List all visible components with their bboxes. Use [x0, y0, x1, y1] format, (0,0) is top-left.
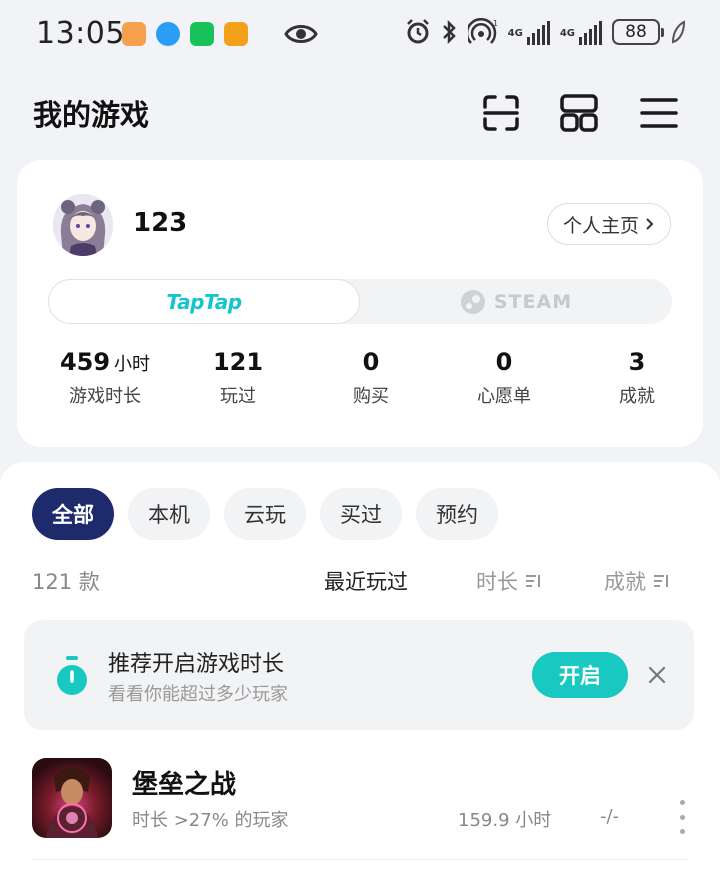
game-icon [32, 758, 112, 838]
game-name: 堡垒之战 [132, 770, 237, 800]
more-dot-icon [679, 800, 685, 805]
game-playtime: 159.9 小时 [458, 810, 552, 831]
username: 123 [133, 208, 188, 238]
sort-duration-label: 时长 [476, 570, 518, 594]
battery-indicator: 88 [612, 19, 664, 45]
sort-order-icon [654, 575, 668, 587]
filter-all[interactable]: 全部 [32, 488, 114, 540]
sort-duration[interactable]: 时长 [476, 566, 542, 596]
stat-played[interactable]: 121 玩过 [168, 348, 308, 408]
stat-value: 0 [362, 348, 380, 376]
close-banner-button[interactable] [642, 660, 672, 690]
alarm-icon [406, 19, 429, 44]
grid-icon [560, 94, 598, 132]
signal-2-icon: 4G [560, 19, 602, 45]
anime-character-avatar-image [53, 194, 113, 256]
stat-purchased[interactable]: 0 购买 [301, 348, 441, 408]
stat-label: 成就 [619, 386, 655, 407]
filter-local[interactable]: 本机 [128, 488, 210, 540]
scan-icon [483, 95, 519, 131]
steam-logo-icon [460, 289, 485, 314]
sort-order-icon [526, 575, 540, 587]
stat-achievements[interactable]: 3 成就 [567, 348, 707, 408]
sort-recent[interactable]: 最近玩过 [324, 566, 408, 596]
stat-value: 3 [628, 348, 646, 376]
stat-label: 购买 [353, 386, 389, 407]
message-bubble-icon [156, 22, 180, 46]
eye-icon [284, 25, 318, 43]
stopwatch-icon [57, 656, 87, 695]
profile-homepage-button[interactable]: 个人主页 [547, 203, 671, 245]
taptap-logo: TapTap [166, 289, 242, 314]
sort-recent-label: 最近玩过 [324, 570, 408, 594]
filter-reserved[interactable]: 预约 [416, 488, 498, 540]
app-header: 我的游戏 [0, 84, 720, 144]
filter-chips: 全部 本机 云玩 买过 预约 [32, 488, 498, 540]
sort-row: 121 款 最近玩过 时长 成就 [32, 566, 680, 598]
bluetooth-icon [442, 19, 456, 45]
stat-value: 459 [59, 348, 111, 376]
apps-grid-button[interactable] [558, 92, 600, 134]
avatar[interactable] [53, 194, 113, 256]
notification-icons [122, 22, 248, 46]
hotspot-icon: 1 [467, 18, 498, 44]
game-list-item[interactable]: 堡垒之战 时长 >27% 的玩家 159.9 小时 -/- [32, 754, 688, 860]
stat-value: 0 [495, 348, 513, 376]
note-app-icon [224, 22, 248, 46]
scan-button[interactable] [480, 92, 522, 134]
stat-value: 121 [212, 348, 264, 376]
steam-label: STEAM [493, 290, 573, 313]
leaf-icon [671, 20, 686, 44]
stat-playtime[interactable]: 459 小时 游戏时长 [35, 348, 175, 408]
stat-unit: 小时 [114, 354, 151, 375]
status-right: 1 4G 4G 88 [406, 18, 686, 46]
banner-subtitle: 看看你能超过多少玩家 [108, 684, 288, 705]
stat-label: 心愿单 [477, 386, 531, 407]
menu-button[interactable] [638, 92, 680, 134]
game-cover-art [32, 758, 112, 838]
stat-label: 玩过 [220, 386, 256, 407]
platform-tabs: TapTap STEAM [48, 279, 672, 324]
more-dot-icon [679, 814, 685, 820]
game-achievements: -/- [600, 806, 620, 827]
sort-achievement[interactable]: 成就 [604, 566, 670, 596]
status-bar: 13:05 1 4G 4G 88 [0, 0, 720, 70]
chevron-right-icon [646, 218, 654, 230]
game-count: 121 款 [32, 570, 100, 594]
stat-wishlist[interactable]: 0 心愿单 [434, 348, 574, 408]
enable-playtime-button[interactable]: 开启 [532, 652, 628, 698]
tab-steam[interactable]: STEAM [360, 279, 672, 324]
stats-row: 459 小时 游戏时长 121 玩过 0 购买 0 心愿单 3 成就 [17, 348, 703, 418]
menu-icon [640, 98, 678, 128]
taobao-heart-icon [122, 22, 146, 46]
close-icon [648, 666, 666, 684]
my-games-screen: 13:05 1 4G 4G 88 我的游戏 123 个人主页 TapTap ST… [0, 0, 720, 882]
playtime-tracking-banner: 推荐开启游戏时长 看看你能超过多少玩家 开启 [24, 620, 694, 730]
tab-taptap[interactable]: TapTap [48, 279, 360, 324]
signal-1-icon: 4G [508, 19, 550, 45]
status-time: 13:05 [36, 16, 125, 51]
wechat-icon [190, 22, 214, 46]
page-title: 我的游戏 [33, 98, 150, 132]
game-library-panel: 全部 本机 云玩 买过 预约 121 款 最近玩过 时长 成就 推荐开启游戏时长… [0, 462, 720, 882]
sort-achievement-label: 成就 [604, 570, 646, 594]
profile-homepage-label: 个人主页 [562, 214, 639, 237]
svg-text:1: 1 [493, 19, 498, 28]
banner-title: 推荐开启游戏时长 [108, 652, 285, 677]
stat-label: 游戏时长 [69, 386, 141, 407]
filter-purchased[interactable]: 买过 [320, 488, 402, 540]
filter-cloud[interactable]: 云玩 [224, 488, 306, 540]
more-dot-icon [679, 829, 685, 834]
profile-card: 123 个人主页 TapTap STEAM 459 小时 游戏时长 121 玩过… [17, 160, 703, 447]
more-options-button[interactable] [670, 800, 694, 834]
game-playtime-rank: 时长 >27% 的玩家 [132, 810, 289, 831]
